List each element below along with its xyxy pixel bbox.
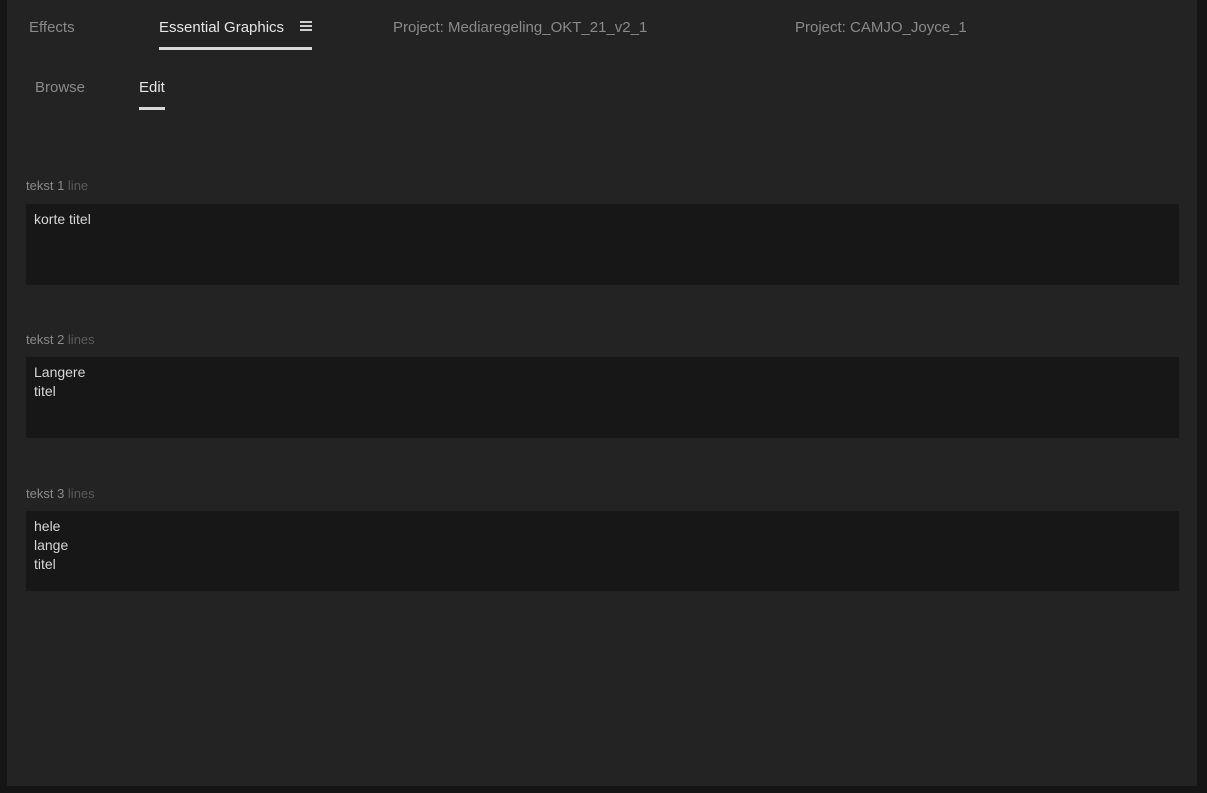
tab-browse[interactable]: Browse — [35, 79, 85, 96]
field-label-main: tekst 3 — [26, 486, 68, 501]
field-label-suffix: lines — [67, 486, 95, 501]
field-label-tekst-2: tekst 2 lines — [26, 332, 95, 347]
tab-effects[interactable]: Effects — [29, 19, 75, 36]
tab-effects-label: Effects — [29, 19, 75, 36]
tab-project-mediaregeling-label: Project: Mediaregeling_OKT_21_v2_1 — [393, 19, 648, 36]
hamburger-menu-icon[interactable] — [300, 21, 313, 31]
text-field-tekst-2[interactable]: Langere titel — [26, 357, 1179, 438]
text-field-tekst-3[interactable]: hele lange titel — [26, 511, 1179, 591]
field-label-main: tekst 1 — [26, 178, 68, 193]
field-label-suffix: line — [67, 178, 89, 193]
tab-essential-graphics-label: Essential Graphics — [159, 19, 285, 36]
tab-edit[interactable]: Edit — [139, 79, 165, 110]
tab-browse-label: Browse — [35, 79, 86, 96]
active-tab-indicator — [159, 47, 313, 50]
active-subtab-indicator — [139, 107, 165, 110]
tab-project-camjo[interactable]: Project: CAMJO_Joyce_1 — [795, 19, 967, 36]
tab-edit-label: Edit — [139, 79, 165, 96]
tab-project-camjo-label: Project: CAMJO_Joyce_1 — [795, 19, 967, 36]
field-label-main: tekst 2 — [26, 332, 68, 347]
text-field-tekst-1[interactable]: korte titel — [26, 204, 1179, 285]
essential-graphics-panel: Effects Essential Graphics Project: Medi… — [7, 0, 1197, 786]
field-label-tekst-3: tekst 3 lines — [26, 486, 95, 501]
panel-tab-bar: Effects Essential Graphics Project: Medi… — [7, 0, 1197, 56]
tab-project-mediaregeling[interactable]: Project: Mediaregeling_OKT_21_v2_1 — [393, 19, 647, 36]
field-label-suffix: lines — [67, 332, 95, 347]
field-label-tekst-1: tekst 1 line — [26, 178, 88, 193]
tab-essential-graphics[interactable]: Essential Graphics — [159, 19, 313, 50]
